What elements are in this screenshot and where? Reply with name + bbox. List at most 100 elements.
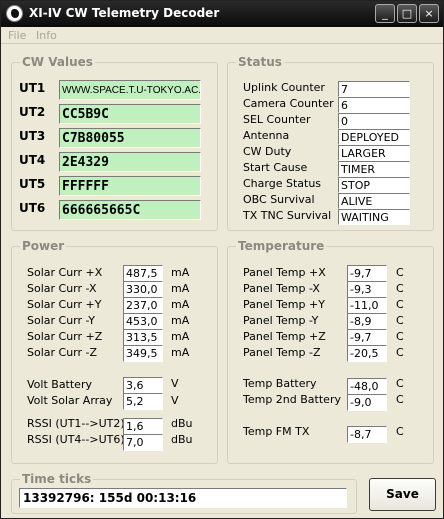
temp-value-panel-pz: -9,7 [347, 329, 387, 346]
title-bar[interactable]: XI-IV CW Telemetry Decoder _ □ × [1, 1, 443, 27]
ut3-field[interactable]: C7B80055 [59, 128, 201, 148]
power-value-volt-solar-array: 5,2 [123, 393, 163, 410]
temp-value-2nd-battery: -9,0 [347, 394, 387, 411]
close-button[interactable]: × [419, 4, 439, 23]
power-unit-solar-curr-mx: mA [171, 282, 190, 295]
status-value-start-cause: TIMER [338, 161, 410, 177]
ut3-label: UT3 [19, 129, 46, 143]
app-window: XI-IV CW Telemetry Decoder _ □ × File In… [0, 0, 444, 519]
ut5-field[interactable]: FFFFFF [59, 176, 201, 196]
power-unit-solar-curr-px: mA [171, 266, 190, 279]
power-value-solar-curr-py: 237,0 [123, 297, 163, 314]
power-label-solar-curr-py: Solar Curr +Y [27, 298, 102, 311]
power-value-solar-curr-mx: 330,0 [123, 281, 163, 298]
temp-unit-fm-tx: C [396, 425, 404, 438]
power-unit-solar-curr-py: mA [171, 298, 190, 311]
status-label-uplink-counter: Uplink Counter [243, 81, 325, 94]
minimize-button[interactable]: _ [375, 4, 395, 23]
ut1-label: UT1 [19, 81, 46, 95]
status-title: Status [236, 55, 284, 69]
ut2-label: UT2 [19, 105, 46, 119]
power-unit-solar-curr-mz: mA [171, 346, 190, 359]
maximize-button[interactable]: □ [397, 4, 417, 23]
power-value-volt-battery: 3,6 [123, 377, 163, 394]
status-value-cw-duty: LARGER [338, 145, 410, 161]
ut5-label: UT5 [19, 177, 46, 191]
status-value-charge-status: STOP [338, 177, 410, 193]
app-logo-icon [6, 5, 23, 22]
ut1-field[interactable]: WWW.SPACE.T.U-TOKYO.AC.JP [59, 80, 201, 100]
power-label-rssi-ut1-ut2: RSSI (UT1-->UT2) [27, 417, 125, 430]
menu-bar: File Info [1, 27, 443, 44]
power-label-solar-curr-px: Solar Curr +X [27, 266, 103, 279]
temp-unit-panel-pz: C [396, 330, 404, 343]
status-value-camera-counter: 6 [338, 97, 410, 113]
power-unit-solar-curr-pz: mA [171, 330, 190, 343]
status-label-charge-status: Charge Status [243, 177, 322, 190]
temp-value-panel-mz: -20,5 [347, 345, 387, 362]
temp-label-fm-tx: Temp FM TX [243, 425, 310, 438]
power-unit-volt-solar-array: V [171, 394, 179, 407]
status-value-obc-survival: ALIVE [338, 193, 410, 209]
temp-value-panel-my: -8,9 [347, 313, 387, 330]
temp-unit-panel-my: C [396, 314, 404, 327]
cw-values-title: CW Values [20, 55, 95, 69]
temp-unit-panel-px: C [396, 266, 404, 279]
temperature-title: Temperature [236, 239, 327, 253]
status-label-sel-counter: SEL Counter [243, 113, 311, 126]
temp-value-fm-tx: -8,7 [347, 426, 387, 443]
power-label-volt-solar-array: Volt Solar Array [27, 394, 113, 407]
power-label-rssi-ut4-ut6: RSSI (UT4-->UT6) [27, 433, 125, 446]
temp-unit-battery: C [396, 377, 404, 390]
time-ticks-title: Time ticks [20, 472, 94, 486]
power-label-solar-curr-pz: Solar Curr +Z [27, 330, 103, 343]
power-label-solar-curr-mz: Solar Curr -Z [27, 346, 98, 359]
status-label-start-cause: Start Cause [243, 161, 308, 174]
ut4-label: UT4 [19, 153, 46, 167]
power-unit-volt-battery: V [171, 377, 179, 390]
temp-label-2nd-battery: Temp 2nd Battery [243, 393, 341, 406]
temp-unit-2nd-battery: C [396, 393, 404, 406]
window-title: XI-IV CW Telemetry Decoder [29, 6, 220, 20]
power-label-solar-curr-mx: Solar Curr -X [27, 282, 97, 295]
time-ticks-field: 13392796: 155d 00:13:16 [19, 488, 347, 508]
temp-value-battery: -48,0 [347, 378, 387, 395]
temp-label-panel-my: Panel Temp -Y [243, 314, 319, 327]
status-label-cw-duty: CW Duty [243, 145, 292, 158]
status-label-antenna: Antenna [243, 129, 290, 142]
power-label-solar-curr-my: Solar Curr -Y [27, 314, 95, 327]
ut6-label: UT6 [19, 201, 46, 215]
temp-label-battery: Temp Battery [243, 377, 317, 390]
temp-value-panel-py: -11,0 [347, 297, 387, 314]
status-value-antenna: DEPLOYED [338, 129, 410, 145]
power-value-rssi-ut4-ut6: 7,0 [123, 434, 163, 451]
power-unit-rssi-ut4-ut6: dBu [171, 433, 193, 446]
power-value-solar-curr-mz: 349,5 [123, 345, 163, 362]
temp-value-panel-px: -9,7 [347, 265, 387, 282]
status-value-uplink-counter: 7 [338, 81, 410, 97]
temp-unit-panel-py: C [396, 298, 404, 311]
power-value-rssi-ut1-ut2: 1,6 [123, 418, 163, 435]
temp-label-panel-py: Panel Temp +Y [243, 298, 325, 311]
power-value-solar-curr-pz: 313,5 [123, 329, 163, 346]
ut4-field[interactable]: 2E4329 [59, 152, 201, 172]
temp-unit-panel-mx: C [396, 282, 404, 295]
power-title: Power [20, 239, 67, 253]
menu-info[interactable]: Info [36, 29, 57, 42]
menu-file[interactable]: File [8, 29, 26, 42]
temp-label-panel-px: Panel Temp +X [243, 266, 326, 279]
power-value-solar-curr-px: 487,5 [123, 265, 163, 282]
power-unit-solar-curr-my: mA [171, 314, 190, 327]
temp-label-panel-mz: Panel Temp -Z [243, 346, 321, 359]
temp-label-panel-mx: Panel Temp -X [243, 282, 320, 295]
temp-value-panel-mx: -9,3 [347, 281, 387, 298]
ut2-field[interactable]: CC5B9C [59, 104, 201, 124]
status-label-obc-survival: OBC Survival [243, 193, 315, 206]
save-button[interactable]: Save [369, 478, 436, 511]
status-label-camera-counter: Camera Counter [243, 97, 334, 110]
ut6-field[interactable]: 666665665C [59, 200, 201, 220]
power-label-volt-battery: Volt Battery [27, 378, 92, 391]
power-value-solar-curr-my: 453,0 [123, 313, 163, 330]
status-value-tx-tnc-survival: WAITING [338, 209, 410, 225]
temp-label-panel-pz: Panel Temp +Z [243, 330, 326, 343]
